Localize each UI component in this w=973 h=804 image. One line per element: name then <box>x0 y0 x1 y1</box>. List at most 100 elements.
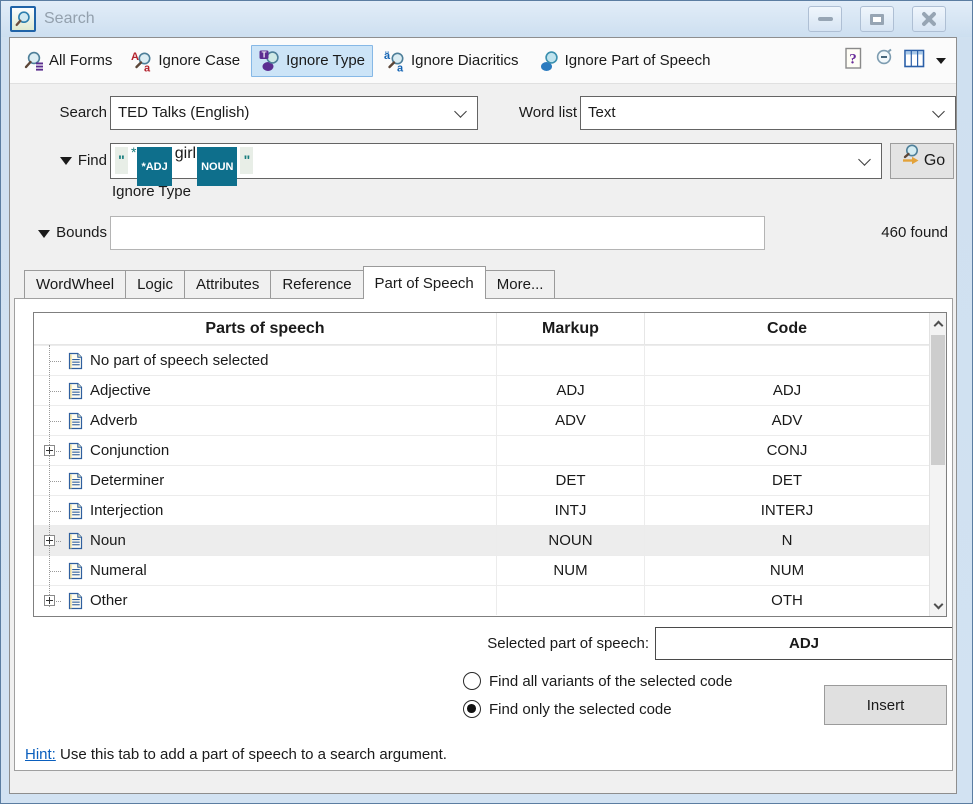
bounds-row: Bounds 460 found <box>10 216 956 250</box>
radio-all-variants-label: Find all variants of the selected code <box>489 673 732 690</box>
svg-text:a: a <box>397 62 404 72</box>
pos-markup: ADJ <box>496 376 644 405</box>
pos-markup: NOUN <box>496 526 644 555</box>
table-row[interactable]: Numeral NUM NUM <box>34 555 929 585</box>
toolbar: All Forms A a Ignore Case <box>10 38 956 84</box>
table-row[interactable]: No part of speech selected <box>34 345 929 375</box>
scroll-up-icon[interactable] <box>930 313 946 333</box>
selected-pos-value: ADJ <box>655 627 952 660</box>
find-row: Find " * *ADJ girl NOUN " <box>10 143 956 179</box>
pos-code: ADV <box>644 406 929 435</box>
header-code: Code <box>644 313 929 344</box>
tab-part-of-speech[interactable]: Part of Speech <box>363 266 486 299</box>
pos-name: Determiner <box>90 472 164 489</box>
table-row[interactable]: Conjunction CONJ <box>34 435 929 465</box>
pos-name: No part of speech selected <box>90 352 268 369</box>
header-parts-of-speech: Parts of speech <box>34 313 496 344</box>
pos-code: NUM <box>644 556 929 585</box>
toolbar-ignore-type-button[interactable]: T Ignore Type <box>251 45 373 77</box>
pos-markup: ADV <box>496 406 644 435</box>
wordlist-label: Word list <box>480 96 577 130</box>
toolbar-button-label: Ignore Diacritics <box>411 52 519 69</box>
table-row[interactable]: Adverb ADV ADV <box>34 405 929 435</box>
table-row[interactable]: Adjective ADJ ADJ <box>34 375 929 405</box>
expand-plus-icon[interactable] <box>44 595 55 606</box>
minimize-button[interactable] <box>808 6 842 32</box>
pos-code: N <box>644 526 929 555</box>
scroll-down-icon[interactable] <box>930 596 946 616</box>
svg-text:A: A <box>131 51 139 63</box>
document-icon <box>68 442 83 460</box>
document-icon <box>68 472 83 490</box>
scrollbar-thumb[interactable] <box>931 335 945 465</box>
close-button[interactable] <box>912 6 946 32</box>
pos-badge: NOUN <box>197 147 237 186</box>
hint-link[interactable]: Hint: <box>25 746 56 763</box>
selected-pos-label: Selected part of speech: <box>15 627 649 660</box>
document-icon <box>68 592 83 610</box>
search-token: * *ADJ <box>131 147 172 175</box>
tab-logic[interactable]: Logic <box>125 270 185 298</box>
find-label: Find <box>10 143 107 179</box>
table-row[interactable]: Determiner DET DET <box>34 465 929 495</box>
help-icon[interactable]: ? <box>843 47 864 74</box>
bounds-label: Bounds <box>10 216 107 250</box>
search-corpus-value: TED Talks (English) <box>111 96 456 130</box>
radio-all-variants[interactable]: Find all variants of the selected code <box>463 670 732 692</box>
pos-code: ADJ <box>644 376 929 405</box>
pos-name: Interjection <box>90 502 163 519</box>
expand-plus-icon[interactable] <box>44 445 55 456</box>
radio-checked-icon[interactable] <box>463 700 481 718</box>
find-annotation: Ignore Type <box>112 183 191 200</box>
table-scrollbar[interactable] <box>929 313 946 616</box>
table-row-selected[interactable]: Noun NOUN N <box>34 525 929 555</box>
table-row[interactable]: Interjection INTJ INTERJ <box>34 495 929 525</box>
magnifier-icon <box>14 10 32 28</box>
view-dropdown-caret-icon[interactable] <box>936 58 946 64</box>
bounds-input[interactable] <box>110 216 765 250</box>
chevron-down-icon <box>932 105 945 118</box>
document-icon <box>68 532 83 550</box>
expand-plus-icon[interactable] <box>44 535 55 546</box>
toolbar-all-forms-button[interactable]: All Forms <box>14 45 120 77</box>
document-icon <box>68 412 83 430</box>
radio-only-selected-label: Find only the selected code <box>489 701 672 718</box>
radio-unchecked-icon[interactable] <box>463 672 481 690</box>
ignore-case-icon: A a <box>131 50 153 72</box>
titlebar[interactable]: Search <box>1 1 972 37</box>
tab-wordwheel[interactable]: WordWheel <box>24 270 126 298</box>
pos-name: Adverb <box>90 412 138 429</box>
pos-markup <box>496 436 644 465</box>
toolbar-ignore-pos-button[interactable]: Ignore Part of Speech <box>530 45 719 77</box>
pos-name: Noun <box>90 532 126 549</box>
wordlist-select[interactable]: Text <box>580 96 956 130</box>
pos-table: Parts of speech Markup Code No part of s… <box>33 312 947 617</box>
insert-button[interactable]: Insert <box>824 685 947 725</box>
tab-more[interactable]: More... <box>485 270 556 298</box>
tab-bar: WordWheel Logic Attributes Reference Par… <box>24 268 554 298</box>
svg-text:?: ? <box>849 52 857 68</box>
search-corpus-select[interactable]: TED Talks (English) <box>110 96 478 130</box>
pos-table-header: Parts of speech Markup Code <box>34 313 929 345</box>
tab-reference[interactable]: Reference <box>270 270 363 298</box>
ignore-type-icon: T <box>259 50 281 72</box>
quote-token: " <box>115 147 128 174</box>
pos-name: Adjective <box>90 382 151 399</box>
find-input[interactable]: " * *ADJ girl NOUN " <box>110 143 882 179</box>
pos-markup: DET <box>496 466 644 495</box>
pos-code <box>644 346 929 375</box>
document-icon <box>68 562 83 580</box>
radio-only-selected[interactable]: Find only the selected code <box>463 698 672 720</box>
table-row[interactable]: Other OTH <box>34 585 929 615</box>
columns-view-icon[interactable] <box>904 49 925 72</box>
toolbar-ignore-diacritics-button[interactable]: ä a Ignore Diacritics <box>376 45 527 77</box>
tab-attributes[interactable]: Attributes <box>184 270 271 298</box>
go-button[interactable]: Go <box>890 143 954 179</box>
zoom-out-icon[interactable] <box>873 48 895 74</box>
window-title: Search <box>44 10 95 28</box>
search-token: girl NOUN <box>175 147 238 175</box>
maximize-button[interactable] <box>860 6 894 32</box>
toolbar-ignore-case-button[interactable]: A a Ignore Case <box>123 45 248 77</box>
window-buttons <box>808 6 946 32</box>
pos-code: OTH <box>644 586 929 615</box>
